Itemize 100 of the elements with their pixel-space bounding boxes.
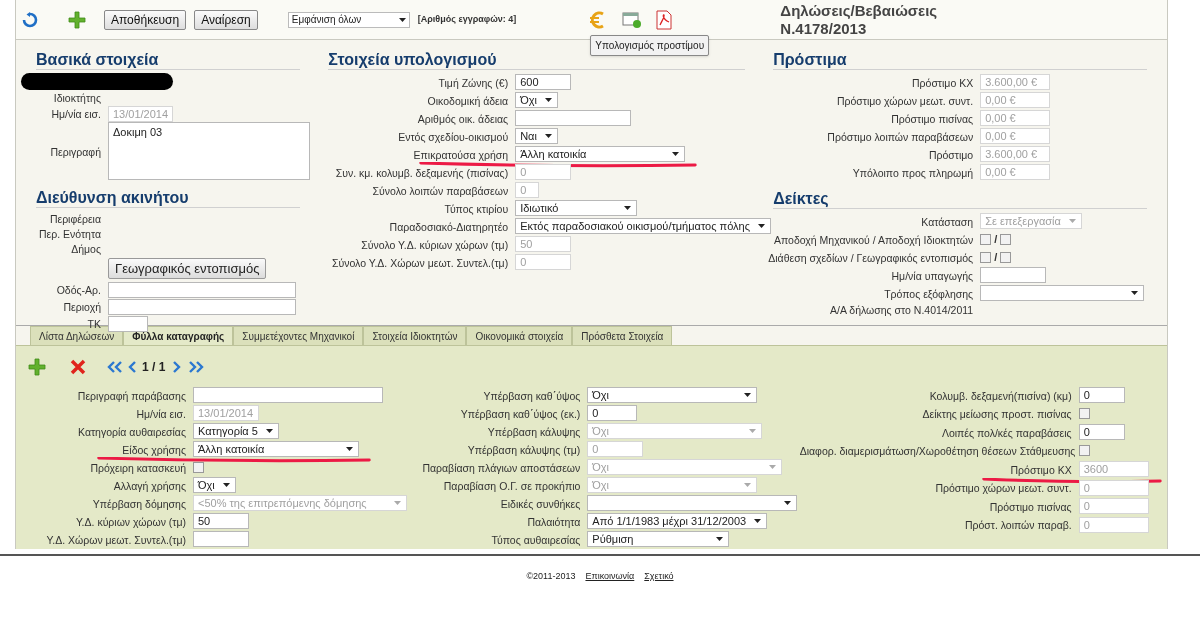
save-button[interactable]: Αποθήκευση (104, 9, 187, 30)
input-field[interactable] (108, 298, 296, 315)
field-label: Περ. Ενότητα (38, 228, 101, 240)
dropdown[interactable]: Ιδιωτικό (515, 200, 638, 216)
field-label: Επικρατούσα χρήση (413, 148, 509, 161)
field-label: Ημ/νία εισ. (51, 108, 101, 120)
input-field[interactable] (980, 267, 1047, 283)
window-icon[interactable] (622, 10, 643, 29)
next-page-icon[interactable] (171, 361, 182, 373)
checkbox[interactable] (980, 233, 992, 245)
field-label: Υπέρβαση κάλυψης (487, 425, 581, 438)
dropdown[interactable]: Όχι (587, 387, 758, 403)
add-icon[interactable] (28, 358, 46, 376)
dropdown[interactable]: Όχι (515, 92, 558, 108)
tab[interactable]: Οικονομικά στοιχεία (466, 326, 573, 345)
section-heading: Πρόστιμα (773, 51, 847, 68)
first-page-icon[interactable] (106, 361, 124, 373)
field-label: Υπέρβαση δόμησης (92, 497, 186, 510)
checkbox[interactable] (1078, 408, 1090, 420)
field-label: Περιγραφή παράβασης (77, 389, 186, 402)
field-label: Πρόστ. λοιπών παραβ. (964, 519, 1072, 532)
add-icon[interactable] (68, 10, 86, 29)
input-field[interactable] (108, 315, 148, 332)
field-label: Παραδοσιακό-Διατηρητέο (389, 220, 509, 233)
tab[interactable]: Συμμετέχοντες Μηχανικοί (233, 326, 364, 345)
dropdown[interactable]: Από 1/1/1983 μέχρι 31/12/2003 (587, 513, 768, 529)
filter-dropdown[interactable]: Εμφάνιση όλων (287, 11, 410, 28)
tab[interactable]: Φύλλα καταγραφής (123, 326, 234, 345)
input-field[interactable]: 0 (1078, 424, 1125, 441)
dropdown[interactable]: Άλλη κατοικία (515, 146, 686, 162)
checkbox[interactable] (1000, 233, 1012, 245)
page-title: Ν.4178/2013 (780, 19, 868, 38)
undo-button[interactable]: Αναίρεση (194, 9, 258, 30)
caret-icon (754, 519, 762, 523)
field-label: Πρόστιμο (928, 148, 974, 161)
dropdown[interactable]: Εκτός παραδοσιακού οικισμού/τμήματος πόλης (515, 218, 771, 234)
input-field[interactable] (108, 281, 296, 298)
checkbox[interactable] (980, 251, 992, 263)
field-label: Εντός σχεδίου-οικισμού (398, 130, 509, 143)
field-label: Τύπος αυθαιρεσίας (491, 533, 581, 546)
field-label: Πρόστιμο λοιπών παραβάσεων (827, 130, 974, 143)
field-label: Λοιπές πολ/κές παραβάσεις (941, 426, 1072, 439)
delete-icon[interactable] (70, 359, 86, 375)
field-label: Πρόστιμο ΚΧ (912, 76, 974, 89)
field-label: Οικοδομική άδεια (427, 94, 509, 107)
section-heading: Δείκτες (773, 190, 829, 207)
pdf-icon[interactable] (656, 9, 673, 30)
input-field[interactable]: 0 (1078, 387, 1125, 404)
dropdown[interactable]: Κατηγορία 5 (193, 423, 279, 439)
tab[interactable]: Πρόσθετα Στοιχεία (572, 326, 673, 345)
field-label: Ιδιοκτήτης (53, 92, 101, 104)
input-field[interactable]: 50 (193, 513, 249, 529)
last-page-icon[interactable] (187, 361, 206, 373)
checkbox[interactable] (1078, 445, 1090, 457)
field-label: Υ.Δ. κύριων χώρων (τμ) (75, 515, 186, 528)
caret-icon (265, 429, 273, 433)
input-field[interactable]: 600 (515, 74, 572, 90)
section-heading: Στοιχεία υπολογισμού (328, 51, 497, 68)
input-field[interactable] (515, 110, 632, 126)
field-label: Αριθμός οικ. άδειας (417, 112, 509, 125)
field-label: Πρόστιμο πισίνας (891, 112, 974, 125)
page-indicator: 1 / 1 (142, 359, 166, 376)
field-label: Δείκτης μείωσης προστ. πισίνας (922, 408, 1072, 421)
dropdown[interactable]: Ρύθμιση (587, 531, 730, 547)
copyright-text: ©2011-2013 (526, 570, 576, 583)
field-label: Υ.Δ. Χώρων μεωτ. Συντελ.(τμ) (46, 533, 186, 546)
refresh-icon[interactable] (22, 11, 38, 28)
caret-icon (544, 134, 552, 138)
field-label: Οδός-Αρ. (56, 284, 101, 296)
input-field[interactable] (193, 531, 249, 547)
field-label: Υπέρβαση καθ΄ύψος (εκ.) (460, 407, 581, 420)
caret-icon (744, 483, 752, 487)
field-label: Είδος χρήσης (122, 443, 186, 456)
separator-text: / (994, 250, 998, 264)
footer-link[interactable]: Επικοινωνία (585, 570, 635, 584)
caret-icon (544, 98, 552, 102)
input-field[interactable]: 0 (587, 405, 638, 421)
field-label: Περιοχή (63, 301, 101, 313)
checkbox[interactable] (1000, 251, 1012, 263)
caret-icon (769, 465, 777, 469)
caret-icon (749, 429, 757, 433)
dropdown[interactable] (587, 495, 798, 511)
dropdown[interactable] (980, 285, 1145, 301)
tab[interactable]: Στοιχεία Ιδιοκτητών (363, 326, 467, 345)
footer-link[interactable]: Σχετικό (644, 570, 674, 584)
dropdown[interactable]: Ναι (515, 128, 558, 144)
field-label: Διάθεση σχεδίων / Γεωγραφικός εντοπισμός (768, 251, 974, 264)
previous-page-icon[interactable] (128, 361, 138, 373)
text-area[interactable]: Δοκιμη 03 (108, 122, 310, 180)
field-label: Αποδοχή Μηχανικού / Αποδοχή Ιδιοκτητών (773, 233, 974, 246)
field-label: Υπόλοιπο προς πληρωμή (852, 166, 974, 179)
dropdown[interactable]: Όχι (193, 477, 236, 493)
checkbox[interactable] (193, 461, 204, 473)
field-label: Υπέρβαση κάλυψης (τμ) (467, 443, 581, 456)
field-label: Κατηγορία αυθαιρεσίας (78, 425, 186, 438)
input-field[interactable] (193, 387, 383, 403)
dropdown[interactable]: Άλλη κατοικία (193, 441, 359, 457)
geolocation-button[interactable]: Γεωγραφικός εντοπισμός (108, 258, 267, 279)
field-label: Πρόστιμο ΚΧ (1010, 463, 1072, 476)
caret-icon (744, 393, 752, 397)
